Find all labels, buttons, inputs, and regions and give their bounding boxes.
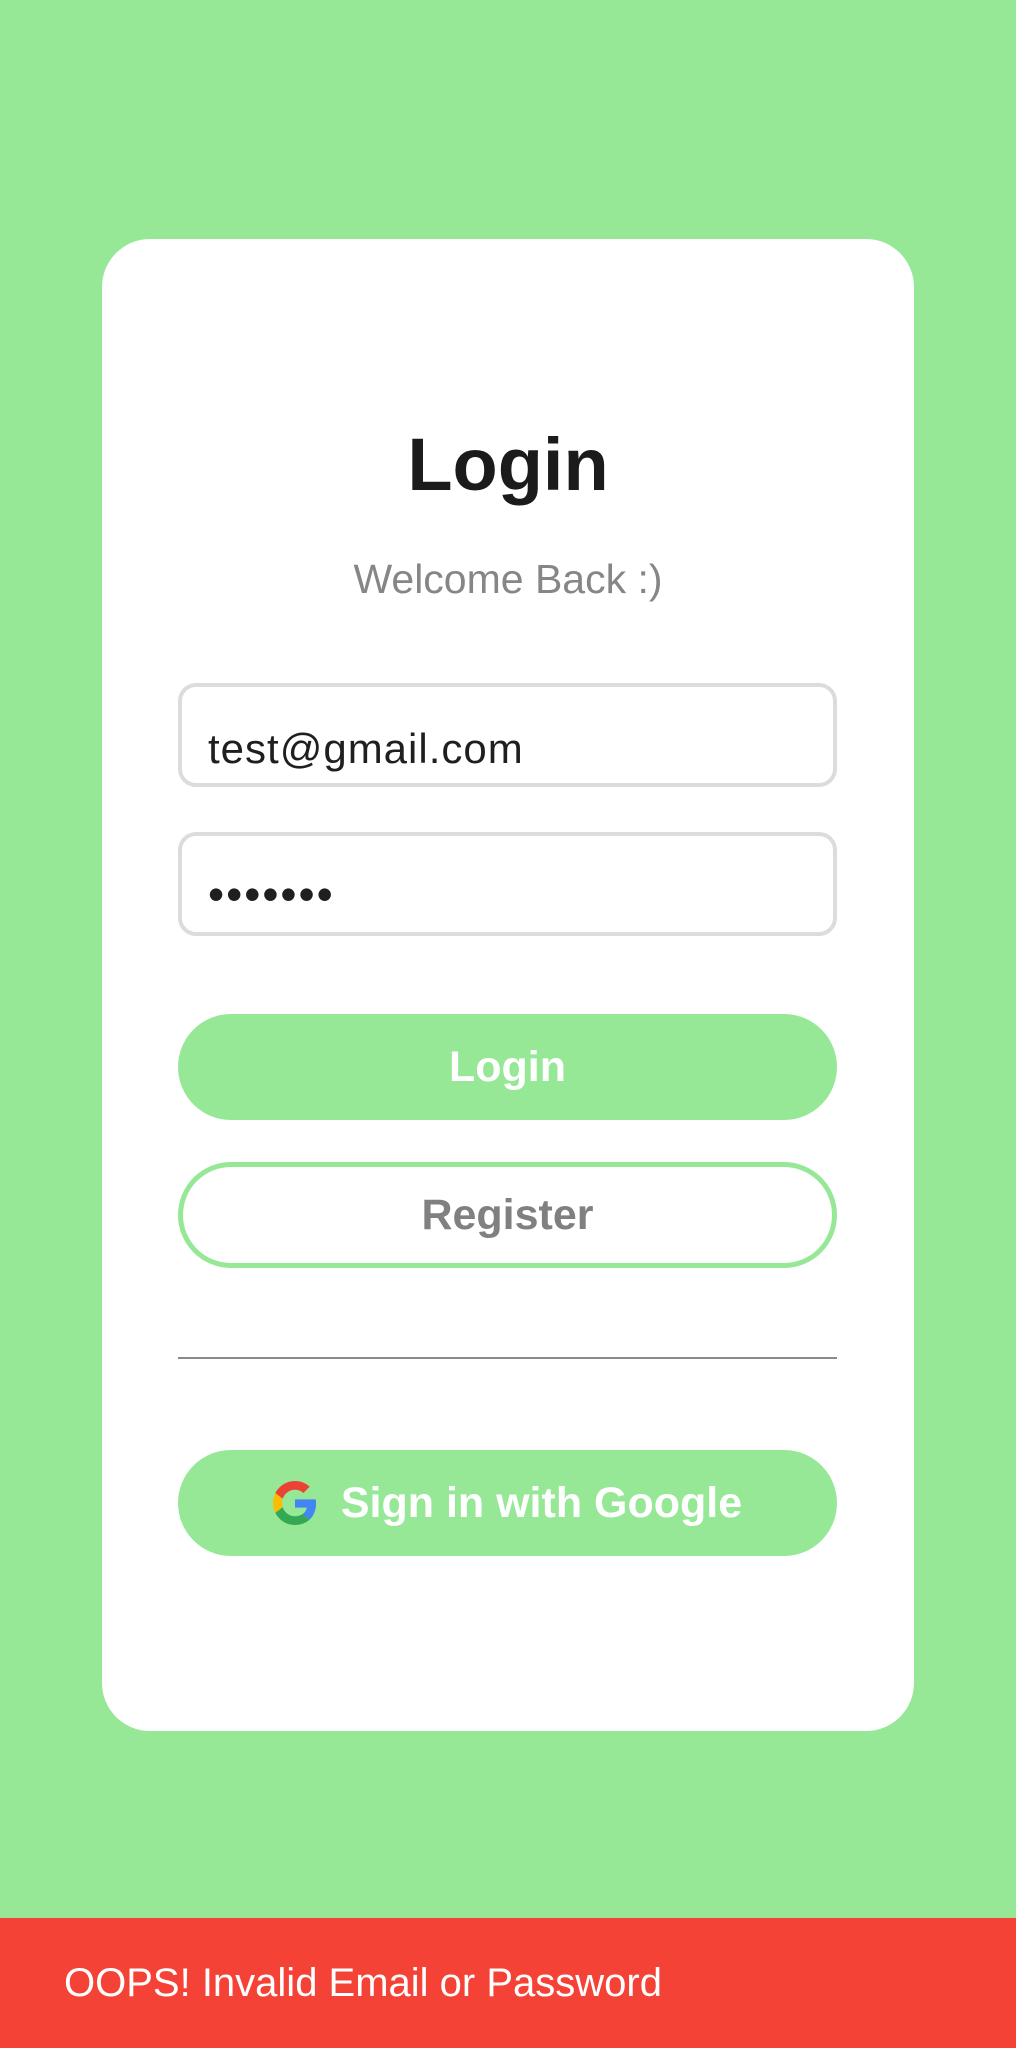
google-button-label: Sign in with Google [340, 1478, 743, 1527]
email-field[interactable] [178, 683, 837, 797]
login-card: Login Welcome Back :) Login Register Sig… [102, 239, 914, 1731]
error-message: OOPS! Invalid Email or Password [64, 1961, 662, 2005]
password-field[interactable] [178, 832, 837, 942]
register-button[interactable]: Register [178, 1162, 837, 1268]
email-input[interactable] [208, 701, 813, 797]
page-title: Login [407, 423, 609, 506]
error-snackbar: OOPS! Invalid Email or Password [0, 1918, 1016, 2048]
login-screen: { "login_card": { "title": "Login", "sub… [0, 0, 1016, 2048]
login-button[interactable]: Login [178, 1014, 837, 1120]
google-sign-in-button[interactable]: Sign in with Google [178, 1450, 837, 1556]
divider [178, 1357, 837, 1359]
google-g-icon [272, 1481, 316, 1525]
password-input[interactable] [208, 846, 813, 942]
welcome-subtitle: Welcome Back :) [353, 556, 663, 602]
